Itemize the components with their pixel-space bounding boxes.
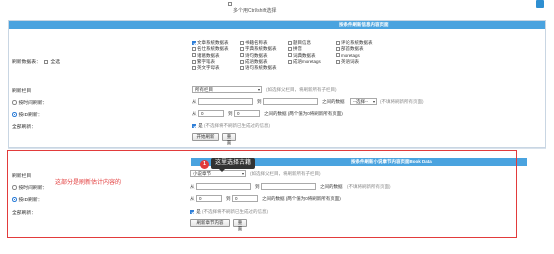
table-checkbox-item[interactable]: 成语moretags	[288, 59, 321, 65]
full-refresh-checkbox[interactable]	[192, 123, 196, 128]
table-checkbox-item[interactable]: 拼音	[288, 46, 302, 52]
column-hint: (如选择父栏目，将刷新所有子栏目)	[266, 87, 337, 92]
id-hint: 之间的数据 (两个值为0将刷新所有页面)	[264, 111, 343, 116]
top-strip: 多个用Ctrl/shift选择	[8, 0, 546, 16]
period-hint: (不填将刷新所有页面)	[380, 99, 424, 104]
table-checkbox-label: 繁字笔表	[197, 58, 215, 64]
close-icon[interactable]	[536, 0, 544, 8]
table-checkbox-label: 评论系统数据表	[341, 40, 373, 45]
table-checkbox[interactable]	[192, 40, 196, 45]
time-between-label: 之间的数据	[322, 99, 345, 104]
column-select[interactable]: 所有栏目	[192, 86, 262, 93]
table-checkbox-item[interactable]: 英语词表	[336, 59, 359, 65]
table-checkbox-item[interactable]: 成语数据表	[240, 59, 268, 65]
time-to-label: 到	[257, 99, 262, 104]
time-to-input[interactable]	[263, 98, 318, 105]
by-time-radio[interactable]	[12, 100, 17, 105]
table-checkbox-label: 部首数据表	[341, 46, 364, 52]
multi-select-hint: 多个用Ctrl/shift选择	[233, 8, 277, 14]
table-checkbox[interactable]	[288, 59, 292, 64]
table-checkbox-label: 字典系统数据表	[245, 46, 277, 52]
id-to-input[interactable]: 0	[234, 110, 260, 117]
table-checkbox[interactable]	[336, 47, 340, 52]
full-refresh-row: 是 (不选择将不刷新已生成过的信息)	[192, 123, 270, 129]
table-checkbox-label: 成语moretags	[293, 58, 321, 64]
table-checkbox-label: 书籍名称表	[245, 40, 268, 45]
id-from-label: 从	[192, 111, 197, 116]
table-checkbox[interactable]	[192, 47, 196, 52]
table-checkbox-label: 英文字母表	[197, 65, 220, 71]
table-checkbox[interactable]	[336, 40, 340, 45]
table-checkbox[interactable]	[240, 66, 244, 70]
table-checkbox[interactable]	[288, 47, 292, 52]
table-checkbox-item[interactable]: 英文字母表	[192, 65, 220, 71]
refresh-data-label: 刷新数据表： 全选	[12, 59, 61, 65]
table-checkbox-item[interactable]: 名仕系统数据表	[192, 46, 229, 52]
reset-button[interactable]: 重置	[222, 133, 236, 145]
table-checkbox[interactable]	[240, 59, 244, 64]
table-checkbox-label: 语句系统数据表	[245, 65, 277, 71]
table-checkbox[interactable]	[336, 59, 340, 64]
panel1-title: 按条件刷新信息内容页面	[339, 22, 389, 27]
annotation-tooltip: 这里选择古籍	[211, 158, 256, 172]
table-checkbox[interactable]	[336, 53, 340, 58]
annotation-highlight-box	[7, 150, 517, 238]
by-id-row: 按ID刷新：	[12, 111, 43, 118]
full-refresh-label: 全部刷新：	[12, 125, 36, 130]
table-checkbox-label: 成语数据表	[245, 58, 268, 64]
time-from-input[interactable]	[198, 98, 253, 105]
table-checkbox[interactable]	[240, 53, 244, 58]
by-id-radio[interactable]	[12, 112, 17, 117]
period-select[interactable]: --选择--	[350, 98, 377, 105]
id-to-label: 到	[228, 111, 233, 116]
panel-separator	[8, 148, 546, 149]
table-checkbox[interactable]	[288, 53, 292, 58]
refresh-info-panel: 按条件刷新信息内容页面 文章系统数据表 书籍名称表 题目信息 评论系统数据表名仕系统数…	[8, 20, 546, 148]
table-checkbox-label: 英语词表	[341, 58, 359, 64]
top-checkbox[interactable]	[228, 1, 232, 6]
start-refresh-button[interactable]: 开始刷新	[192, 133, 219, 141]
select-all-checkbox[interactable]	[44, 59, 49, 64]
table-checkbox-item[interactable]: 语句系统数据表	[240, 65, 277, 71]
table-checkbox-item[interactable]: 词典数据表	[288, 53, 316, 59]
table-checkbox[interactable]	[288, 40, 292, 45]
table-checkbox-label: 词典数据表	[293, 52, 316, 58]
table-checkbox-label: 诸葛数据表	[197, 52, 220, 58]
select-all-label: 全选	[50, 60, 61, 65]
annotation-note: 这部分是刷新估计内容的	[55, 180, 122, 186]
table-checkbox[interactable]	[192, 66, 196, 70]
table-checkbox-label: 题目信息	[293, 40, 311, 45]
id-from-input[interactable]: 0	[198, 110, 224, 117]
table-checkbox[interactable]	[240, 47, 244, 52]
table-checkbox-label: 名仕系统数据表	[197, 46, 229, 52]
table-checkbox-item[interactable]: 诗句数据表	[240, 53, 268, 59]
table-checkbox[interactable]	[192, 59, 196, 64]
table-checkbox-label: moretags	[341, 52, 360, 58]
table-checkbox[interactable]	[192, 53, 196, 58]
table-checkbox-item[interactable]: 字典系统数据表	[240, 46, 277, 52]
table-checkbox-item[interactable]: moretags	[336, 53, 360, 58]
table-checkbox-label: 文章系统数据表	[197, 40, 229, 45]
annotation-badge: 1	[200, 160, 209, 169]
table-checkbox[interactable]	[240, 40, 244, 45]
panel1-header: 按条件刷新信息内容页面	[9, 21, 545, 29]
by-time-row: 按时间刷新：	[12, 99, 47, 106]
table-checkbox-label: 拼音	[293, 46, 302, 52]
table-checkbox-item[interactable]: 诸葛数据表	[192, 53, 220, 59]
table-checkbox-item[interactable]: 繁字笔表	[192, 59, 215, 65]
table-checkbox-label: 诗句数据表	[245, 52, 268, 58]
table-checkbox-item[interactable]: 部首数据表	[336, 46, 364, 52]
time-from-label: 从	[192, 99, 197, 104]
refresh-column-label: 刷新栏目	[12, 89, 32, 94]
